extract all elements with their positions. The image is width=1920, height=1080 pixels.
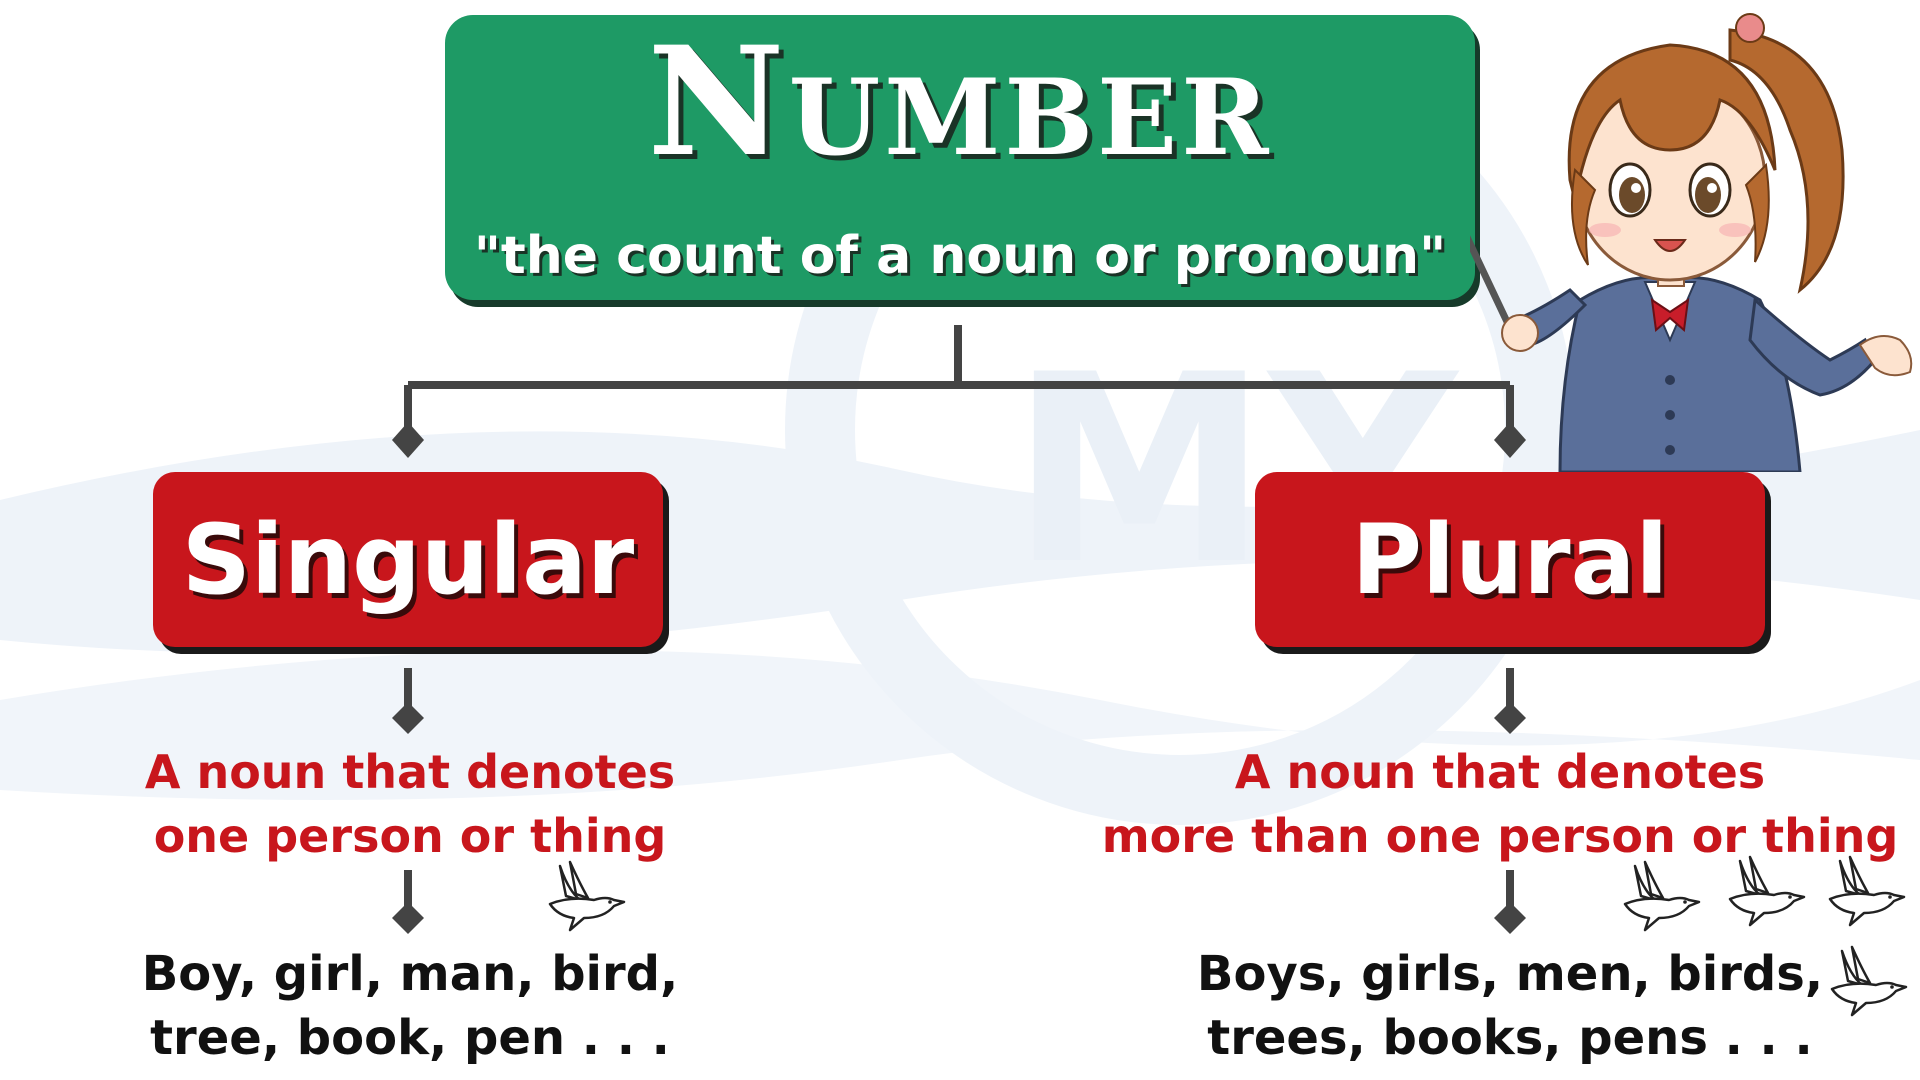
diamond-arrow-icon <box>1494 702 1526 734</box>
plural-example-line: Boys, girls, men, birds, <box>1196 946 1824 1002</box>
singular-definition: A noun that denotes one person or thing <box>110 740 710 868</box>
diamond-arrow-icon <box>392 902 424 934</box>
diamond-arrow-icon <box>1494 902 1526 934</box>
singular-example-line: tree, book, pen . . . <box>150 1010 670 1066</box>
singular-example-line: Boy, girl, man, bird, <box>141 946 679 1002</box>
plural-definition-line: A noun that denotes <box>1234 745 1766 799</box>
bird-icon <box>1728 855 1806 927</box>
bird-icon <box>548 860 626 932</box>
singular-label: Singular <box>181 503 635 616</box>
diamond-arrow-icon <box>392 702 424 734</box>
teacher-illustration <box>1470 13 1913 472</box>
plural-box: Plural <box>1255 472 1765 647</box>
title-definition: "the count of a noun or pronoun" <box>473 226 1447 286</box>
bird-icon <box>1623 860 1701 932</box>
title-box: Number "the count of a noun or pronoun" <box>445 15 1475 300</box>
plural-example-line: trees, books, pens . . . <box>1207 1010 1813 1066</box>
bird-icon <box>1828 855 1906 927</box>
singular-definition-line: A noun that denotes <box>144 745 676 799</box>
plural-label: Plural <box>1351 503 1669 616</box>
page-title: Number <box>647 14 1273 190</box>
singular-box: Singular <box>153 472 663 647</box>
bird-icon <box>1830 945 1908 1017</box>
singular-examples: Boy, girl, man, bird, tree, book, pen . … <box>110 942 710 1070</box>
plural-definition: A noun that denotes more than one person… <box>1090 740 1910 868</box>
singular-definition-line: one person or thing <box>153 809 667 863</box>
plural-examples: Boys, girls, men, birds, trees, books, p… <box>1160 942 1860 1070</box>
diamond-arrow-icon <box>392 422 424 458</box>
